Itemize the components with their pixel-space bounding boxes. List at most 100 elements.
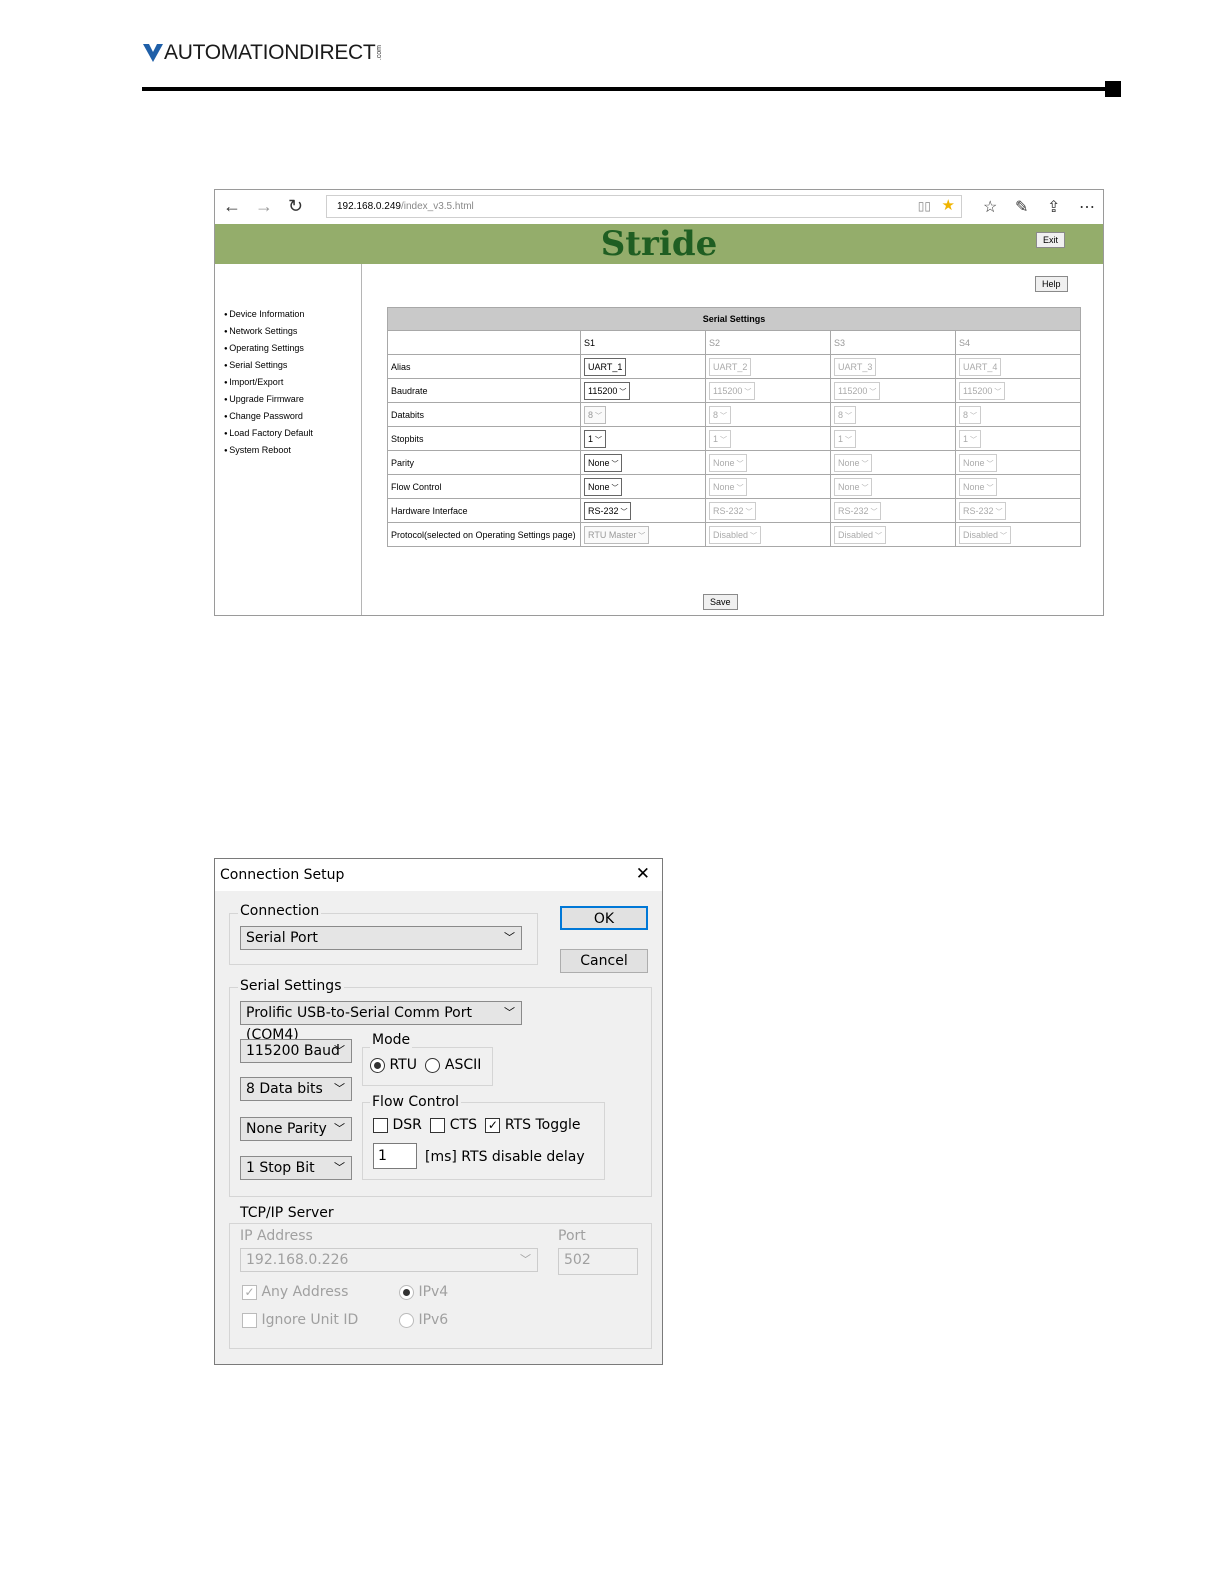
chevron-down-icon: ﹀ <box>984 460 994 468</box>
field-value: RS-232 <box>838 505 869 516</box>
cancel-button[interactable]: Cancel <box>560 949 648 973</box>
setting-select[interactable]: None ﹀ <box>709 477 748 496</box>
field-value: RS-232 <box>963 505 994 516</box>
field-value: RS-232 <box>588 505 619 516</box>
chevron-down-icon: ﹀ <box>334 1082 345 1095</box>
save-button[interactable]: Save <box>703 594 738 610</box>
connection-select[interactable]: Serial Port ﹀ <box>240 926 522 950</box>
field-value: None <box>713 457 735 468</box>
sidebar-item[interactable]: Load Factory Default <box>224 427 313 444</box>
setting-select[interactable]: 1 ﹀ <box>709 429 731 448</box>
rtu-radio[interactable] <box>370 1057 385 1073</box>
setting-select[interactable]: 8 ﹀ <box>959 405 981 424</box>
rts-delay-input[interactable]: 1 <box>373 1143 417 1169</box>
header-rule-marker <box>1105 81 1121 97</box>
favorites-list-icon[interactable]: ☆ <box>983 197 997 217</box>
close-icon[interactable]: ✕ <box>636 864 650 884</box>
flow-options: DSR CTS ✓ RTS Toggle <box>373 1117 581 1133</box>
setting-select[interactable]: 115200 ﹀ <box>834 381 881 400</box>
more-icon[interactable]: ⋯ <box>1079 197 1095 217</box>
setting-select[interactable]: None ﹀ <box>584 453 623 472</box>
chevron-down-icon: ﹀ <box>617 388 627 396</box>
port-input[interactable]: 502 <box>558 1248 638 1275</box>
cts-checkbox[interactable] <box>430 1117 446 1133</box>
ipv6-radio[interactable] <box>399 1312 414 1328</box>
rts-toggle-checkbox[interactable]: ✓ <box>485 1117 501 1133</box>
setting-select[interactable]: Disabled ﹀ <box>959 525 1011 544</box>
setting-select[interactable]: RTU Master ﹀ <box>584 525 650 544</box>
row-label: Hardware Interface <box>387 498 581 523</box>
chevron-down-icon: ﹀ <box>334 1044 345 1057</box>
setting-select[interactable]: None ﹀ <box>584 477 623 496</box>
alias-input[interactable]: UART_3 <box>834 357 877 376</box>
ignore-unit-checkbox[interactable] <box>242 1312 257 1328</box>
databits-value: 8 Data bits <box>246 1081 323 1097</box>
sidebar-item[interactable]: Network Settings <box>224 325 313 342</box>
field-value: None <box>838 481 860 492</box>
address-bar[interactable]: 192.168.0.249/index_v3.5.html ▯▯ ★ <box>326 195 962 218</box>
table-row: Parity None ﹀ None ﹀ None ﹀ None ﹀ <box>387 450 1081 475</box>
sidebar-item[interactable]: Change Password <box>224 410 313 427</box>
chevron-down-icon: ﹀ <box>734 484 744 492</box>
setting-select[interactable]: None ﹀ <box>709 453 748 472</box>
sidebar-item[interactable]: System Reboot <box>224 444 313 461</box>
any-address-checkbox[interactable]: ✓ <box>242 1284 257 1300</box>
setting-select[interactable]: None ﹀ <box>834 477 873 496</box>
setting-select[interactable]: None ﹀ <box>959 453 998 472</box>
forward-icon[interactable]: → <box>255 196 273 217</box>
setting-select[interactable]: 115200 ﹀ <box>584 381 631 400</box>
setting-select[interactable]: 8 ﹀ <box>709 405 731 424</box>
setting-select[interactable]: None ﹀ <box>959 477 998 496</box>
com-port-select[interactable]: Prolific USB-to-Serial Comm Port (COM4) ﹀ <box>240 1001 522 1043</box>
setting-select[interactable]: Disabled ﹀ <box>834 525 886 544</box>
brand-name: AUTOMATIONDIRECT <box>164 41 376 64</box>
ip-address-select[interactable]: 192.168.0.226 ﹀ <box>240 1248 538 1272</box>
serial-settings-label: Serial Settings <box>238 978 344 994</box>
share-icon[interactable]: ⇪ <box>1047 197 1060 217</box>
ipv4-radio[interactable] <box>399 1284 414 1300</box>
alias-input[interactable]: UART_1 <box>584 357 627 376</box>
setting-select[interactable]: 1 ﹀ <box>834 429 856 448</box>
setting-select[interactable]: RS-232 ﹀ <box>834 501 882 520</box>
databits-select[interactable]: 8 Data bits ﹀ <box>240 1077 352 1101</box>
port-header-row: S1 S2 S3 S4 <box>387 330 1081 355</box>
setting-select[interactable]: RS-232 ﹀ <box>959 501 1007 520</box>
ascii-radio[interactable] <box>425 1057 441 1073</box>
alias-input[interactable]: UART_4 <box>959 357 1002 376</box>
setting-select[interactable]: 1 ﹀ <box>584 429 606 448</box>
setting-select[interactable]: 115200 ﹀ <box>959 381 1006 400</box>
pen-icon[interactable]: ✎ <box>1015 197 1028 217</box>
help-button[interactable]: Help <box>1035 276 1068 292</box>
baud-select[interactable]: 115200 Baud ﹀ <box>240 1039 352 1063</box>
setting-select[interactable]: RS-232 ﹀ <box>584 501 632 520</box>
setting-select[interactable]: 8 ﹀ <box>834 405 856 424</box>
setting-select[interactable]: 115200 ﹀ <box>709 381 756 400</box>
setting-select[interactable]: Disabled ﹀ <box>709 525 761 544</box>
stride-logo: Stride <box>600 224 718 264</box>
reading-view-icon[interactable]: ▯▯ <box>918 196 931 217</box>
table-row: Stopbits 1 ﹀ 1 ﹀ 1 ﹀ 1 ﹀ <box>387 426 1081 451</box>
chevron-down-icon: ﹀ <box>993 508 1003 516</box>
cell: None ﹀ <box>580 474 706 499</box>
setting-select[interactable]: RS-232 ﹀ <box>709 501 757 520</box>
exit-button[interactable]: Exit <box>1036 232 1066 248</box>
dsr-checkbox[interactable] <box>373 1117 388 1133</box>
chevron-down-icon: ﹀ <box>504 931 515 944</box>
refresh-icon[interactable]: ↻ <box>288 196 303 217</box>
sidebar-item[interactable]: Serial Settings <box>224 359 313 376</box>
back-icon[interactable]: ← <box>223 196 241 217</box>
setting-select[interactable]: None ﹀ <box>834 453 873 472</box>
ok-button[interactable]: OK <box>560 906 648 930</box>
sidebar-item[interactable]: Upgrade Firmware <box>224 393 313 410</box>
sidebar-item[interactable]: Operating Settings <box>224 342 313 359</box>
alias-input[interactable]: UART_2 <box>709 357 752 376</box>
sidebar-item[interactable]: Device Information <box>224 308 313 325</box>
chevron-down-icon: ﹀ <box>867 388 877 396</box>
parity-select[interactable]: None Parity ﹀ <box>240 1117 352 1141</box>
setting-select[interactable]: 1 ﹀ <box>959 429 981 448</box>
favorite-star-icon[interactable]: ★ <box>942 195 955 216</box>
sidebar-item[interactable]: Import/Export <box>224 376 313 393</box>
setting-select[interactable]: 8 ﹀ <box>584 405 606 424</box>
stopbit-select[interactable]: 1 Stop Bit ﹀ <box>240 1156 352 1180</box>
field-value: UART_3 <box>838 361 873 372</box>
